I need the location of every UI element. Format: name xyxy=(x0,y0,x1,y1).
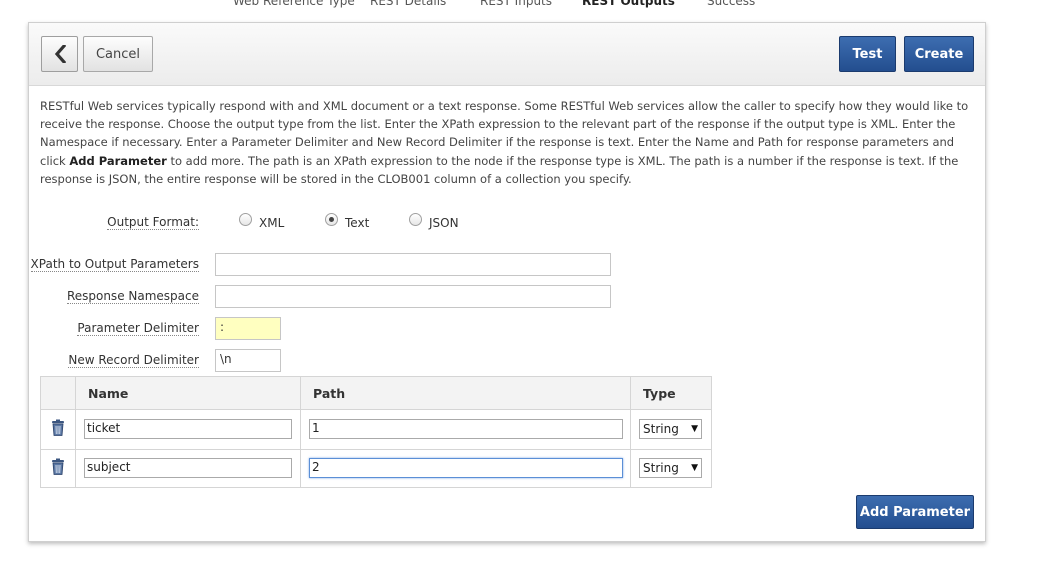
description-bold: Add Parameter xyxy=(69,153,167,168)
test-button[interactable]: Test xyxy=(839,36,896,72)
row-divider xyxy=(41,449,711,450)
column-header-path: Path xyxy=(313,386,346,401)
table-header: Name Path Type xyxy=(41,377,711,410)
chevron-left-icon xyxy=(54,45,66,63)
rest-outputs-panel: Cancel Test Create RESTful Web services … xyxy=(28,22,986,542)
radio-xml-label[interactable]: XML xyxy=(259,216,284,230)
radio-xml[interactable] xyxy=(239,213,252,226)
output-format-label: Output Format: xyxy=(107,215,199,230)
param-type-value: String xyxy=(643,422,679,436)
step-rest-details: REST Details xyxy=(370,0,447,8)
step-rest-outputs: REST Outputs xyxy=(582,0,675,8)
create-button[interactable]: Create xyxy=(904,36,974,72)
back-button[interactable] xyxy=(41,36,78,72)
param-name-input[interactable]: ticket xyxy=(84,419,292,439)
param-path-input[interactable]: 2 xyxy=(309,458,623,478)
param-delimiter-label: Parameter Delimiter xyxy=(77,321,199,336)
radio-json[interactable] xyxy=(409,213,422,226)
column-divider xyxy=(630,377,631,487)
toolbar: Cancel Test Create xyxy=(29,23,985,86)
step-web-reference-type: Web Reference Type xyxy=(233,0,355,8)
dropdown-arrow-icon: ▼ xyxy=(691,463,698,473)
namespace-label: Response Namespace xyxy=(66,289,199,304)
parameters-table: Name Path Type ticket 1 String ▼ subject… xyxy=(40,376,712,488)
radio-json-label[interactable]: JSON xyxy=(429,216,459,230)
param-delimiter-input[interactable]: : xyxy=(215,317,281,340)
dropdown-arrow-icon: ▼ xyxy=(691,424,698,434)
column-divider xyxy=(75,377,76,487)
help-description: RESTful Web services typically respond w… xyxy=(40,97,978,188)
param-type-value: String xyxy=(643,461,679,475)
xpath-label: XPath to Output Parameters xyxy=(30,257,199,272)
add-parameter-button[interactable]: Add Parameter xyxy=(856,495,974,529)
param-path-input[interactable]: 1 xyxy=(309,419,623,439)
step-success: Success xyxy=(707,0,756,8)
cancel-button[interactable]: Cancel xyxy=(83,36,153,72)
param-name-input[interactable]: subject xyxy=(84,458,292,478)
description-text-end: to add more. The path is an XPath expres… xyxy=(40,153,959,186)
wizard-steps: Web Reference Type REST Details REST Inp… xyxy=(0,0,1055,14)
column-divider xyxy=(300,377,301,487)
xpath-input[interactable] xyxy=(215,253,611,276)
radio-text-label[interactable]: Text xyxy=(345,216,369,230)
record-delimiter-label: New Record Delimiter xyxy=(68,353,199,368)
trash-icon[interactable] xyxy=(51,458,65,475)
namespace-input[interactable] xyxy=(215,285,611,308)
record-delimiter-input[interactable]: \n xyxy=(215,349,281,372)
param-type-select[interactable]: String ▼ xyxy=(639,419,702,439)
radio-text[interactable] xyxy=(325,213,338,226)
step-rest-inputs: REST Inputs xyxy=(480,0,553,8)
column-header-type: Type xyxy=(643,386,676,401)
column-header-name: Name xyxy=(88,386,129,401)
trash-icon[interactable] xyxy=(51,419,65,436)
param-type-select[interactable]: String ▼ xyxy=(639,458,702,478)
